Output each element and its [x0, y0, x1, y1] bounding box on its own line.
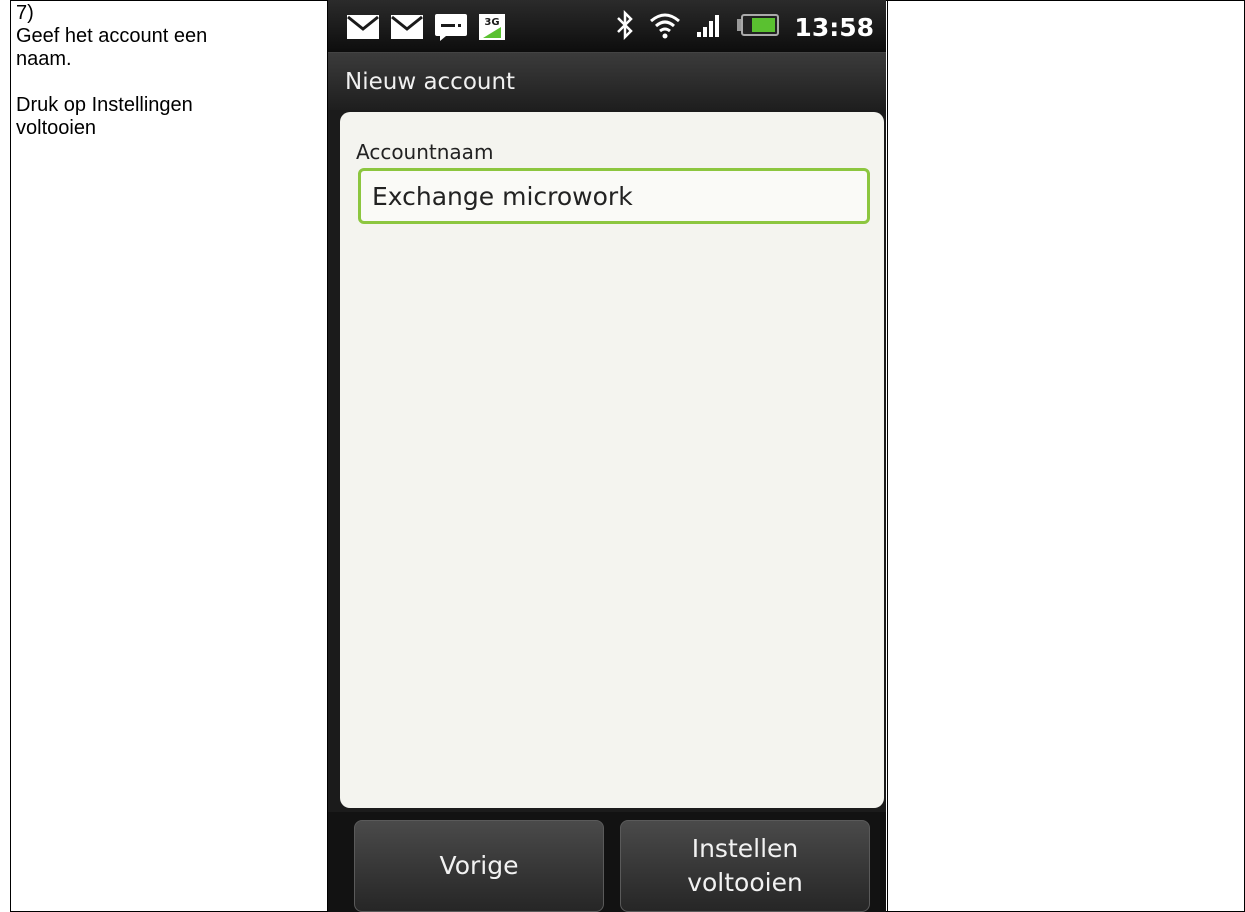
instruction-text-3: Druk op Instellingen [16, 94, 193, 116]
battery-icon [736, 13, 780, 41]
account-name-label: Accountnaam [356, 140, 494, 164]
clock-time: 13:58 [794, 12, 874, 42]
instruction-cell: 7) Geef het account een naam. Druk op In… [11, 1, 328, 912]
instruction-text-4: voltooien [16, 117, 97, 139]
step-number: 7) [16, 2, 34, 24]
previous-button-label: Vorige [439, 851, 519, 880]
3g-icon: 3G [478, 13, 506, 45]
account-name-input[interactable] [358, 168, 870, 224]
phone-screenshot: 3G 13:58 Nieuw account Accountnaam Excha… [328, 0, 886, 912]
message-icon [434, 13, 468, 45]
wifi-icon [648, 11, 682, 43]
screen-title: Nieuw account [345, 69, 516, 95]
network-badge-text: 3G [484, 17, 499, 28]
finish-button-label-line1: Instellen [691, 834, 799, 863]
screen-titlebar: Nieuw account [328, 52, 886, 110]
finish-setup-button[interactable]: Instellen voltooien [620, 820, 870, 912]
empty-cell [888, 1, 1245, 912]
mail-icon [390, 14, 424, 44]
button-bar: Vorige Instellen voltooien [328, 812, 886, 912]
mail-icon [346, 14, 380, 44]
instruction-text-1: Geef het account een [16, 25, 208, 47]
signal-icon [696, 12, 722, 42]
instruction-text-2: naam. [16, 48, 72, 70]
previous-button[interactable]: Vorige [354, 820, 604, 912]
status-bar: 3G 13:58 [328, 0, 886, 52]
finish-button-label-line2: voltooien [687, 868, 803, 897]
bluetooth-icon [616, 9, 634, 44]
form-panel: Accountnaam [340, 112, 884, 808]
